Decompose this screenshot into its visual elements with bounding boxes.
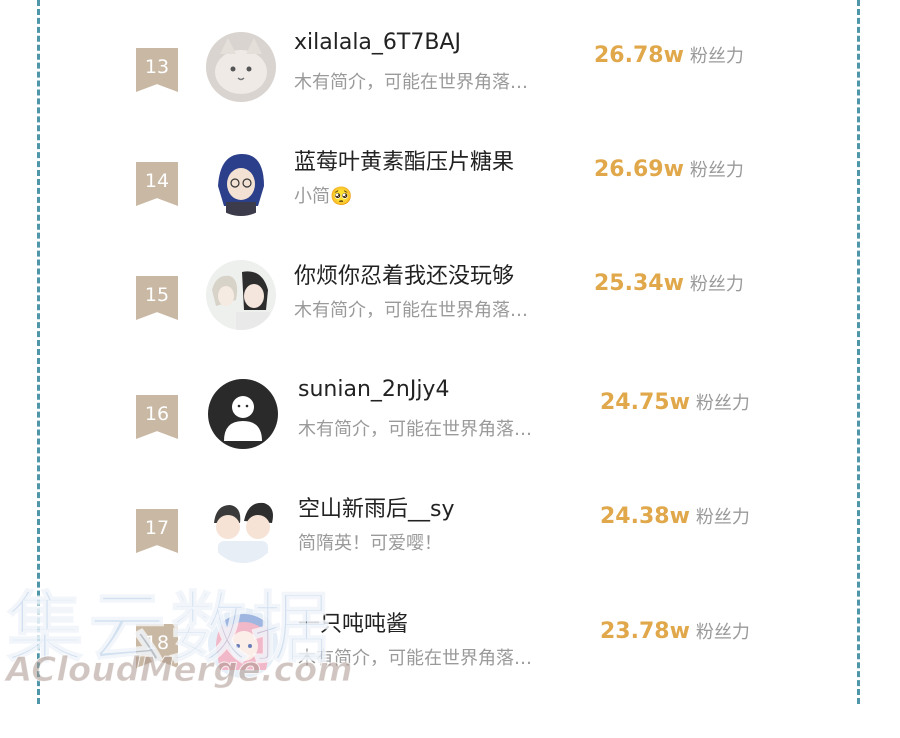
user-bio: 木有简介，可能在世界角落…	[294, 72, 528, 93]
list-item[interactable]: 18 一只吨吨酱 木有简介，可能在世界角落… 23.78w 粉丝力	[0, 608, 900, 738]
chibi-avatar-icon[interactable]	[208, 493, 278, 563]
rank-badge: 13	[136, 48, 178, 92]
fans-count: 24.75w 粉丝力	[600, 389, 750, 415]
cat-avatar-icon[interactable]	[206, 32, 276, 102]
fans-count: 25.34w 粉丝力	[594, 270, 744, 296]
fans-unit: 粉丝力	[695, 622, 750, 643]
rank-badge: 18	[136, 624, 178, 668]
user-name[interactable]: 蓝莓叶黄素酯压片糖果	[294, 144, 594, 176]
fans-unit: 粉丝力	[689, 274, 744, 295]
user-name[interactable]: 空山新雨后__sy	[298, 491, 598, 523]
fans-unit: 粉丝力	[689, 46, 744, 67]
fans-count: 26.69w 粉丝力	[594, 156, 744, 182]
user-name[interactable]: sunian_2nJjy4	[298, 377, 598, 402]
fans-value: 26.69w	[594, 157, 684, 182]
user-name[interactable]: 一只吨吨酱	[298, 606, 598, 638]
user-bio: 小简🥺	[294, 186, 353, 207]
rank-badge: 17	[136, 509, 178, 553]
fans-unit: 粉丝力	[695, 393, 750, 414]
user-bio: 木有简介，可能在世界角落…	[294, 300, 528, 321]
fans-value: 25.34w	[594, 271, 684, 296]
user-bio: 简隋英！可爱嘤！	[298, 533, 442, 554]
fans-value: 24.75w	[600, 390, 690, 415]
fans-unit: 粉丝力	[689, 160, 744, 181]
rank-badge: 14	[136, 162, 178, 206]
fans-count: 23.78w 粉丝力	[600, 618, 750, 644]
rank-badge: 16	[136, 395, 178, 439]
anime-couple-avatar-icon[interactable]	[206, 260, 276, 330]
user-bio: 木有简介，可能在世界角落…	[298, 419, 532, 440]
user-name[interactable]: xilalala_6T7BAJ	[294, 30, 594, 55]
anime-boy-avatar-icon[interactable]	[206, 146, 276, 216]
fans-unit: 粉丝力	[695, 507, 750, 528]
user-name[interactable]: 你烦你忍着我还没玩够	[294, 258, 594, 290]
fans-value: 23.78w	[600, 619, 690, 644]
rank-badge: 15	[136, 276, 178, 320]
fans-value: 26.78w	[594, 43, 684, 68]
default-avatar-icon[interactable]	[208, 379, 278, 449]
fans-count: 26.78w 粉丝力	[594, 42, 744, 68]
list-item[interactable]: 15 你烦你忍着我还没玩够 木有简介，可能在世界角落… 25.34w 粉丝力	[0, 260, 900, 390]
fans-value: 24.38w	[600, 504, 690, 529]
fans-count: 24.38w 粉丝力	[600, 503, 750, 529]
user-bio: 木有简介，可能在世界角落…	[298, 648, 532, 669]
pink-hair-avatar-icon[interactable]	[208, 608, 278, 678]
